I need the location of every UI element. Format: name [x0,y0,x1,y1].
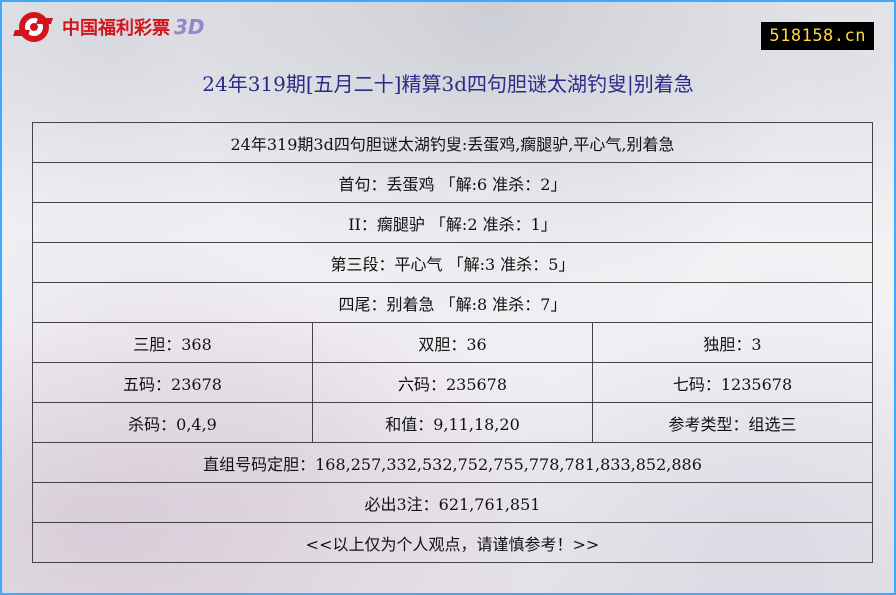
site-badge[interactable]: 518158.cn [761,22,874,50]
table-row: 24年319期3d四句胆谜太湖钓叟:丢蛋鸡,瘸腿驴,平心气,别着急 [32,122,873,163]
brand-game: 3D [174,15,205,39]
three-dan-cell: 三胆：368 [32,322,313,363]
kill-code-cell: 杀码：0,4,9 [32,402,313,443]
table-row: 首句：丢蛋鸡 「解:6 准杀：2」 [32,162,873,203]
one-dan-cell: 独胆：3 [592,322,873,363]
line4-cell: 四尾：别着急 「解:8 准杀：7」 [32,282,873,323]
table-row: <<以上仅为个人观点，请谨慎参考！>> [32,522,873,563]
page-frame: 中国福利彩票 3D 518158.cn 24年319期[五月二十]精算3d四句胆… [0,0,896,595]
direct-group-cell: 直组号码定胆：168,257,332,532,752,755,778,781,8… [32,442,873,483]
disclaimer-cell: <<以上仅为个人观点，请谨慎参考！>> [32,522,873,563]
table-row: 五码：23678 六码：235678 七码：1235678 [32,362,873,403]
five-code-cell: 五码：23678 [32,362,313,403]
table-row: 三胆：368 双胆：36 独胆：3 [32,322,873,363]
ref-type-cell: 参考类型：组选三 [592,402,873,443]
brand-name: 中国福利彩票 [62,18,170,39]
line1-cell: 首句：丢蛋鸡 「解:6 准杀：2」 [32,162,873,203]
table-row: 必出3注：621,761,851 [32,482,873,523]
table-row: 杀码：0,4,9 和值：9,11,18,20 参考类型：组选三 [32,402,873,443]
line3-cell: 第三段：平心气 「解:3 准杀：5」 [32,242,873,283]
sum-value-cell: 和值：9,11,18,20 [312,402,593,443]
prediction-table: 24年319期3d四句胆谜太湖钓叟:丢蛋鸡,瘸腿驴,平心气,别着急 首句：丢蛋鸡… [32,122,873,563]
seven-code-cell: 七码：1235678 [592,362,873,403]
page-title: 24年319期[五月二十]精算3d四句胆谜太湖钓叟|别着急 [202,72,694,96]
lottery-logo-icon [13,12,53,42]
six-code-cell: 六码：235678 [312,362,593,403]
lottery-logo: 中国福利彩票 3D [12,10,205,44]
table-row: II：瘸腿驴 「解:2 准杀：1」 [32,202,873,243]
table-row: 四尾：别着急 「解:8 准杀：7」 [32,282,873,323]
two-dan-cell: 双胆：36 [312,322,593,363]
riddle-cell: 24年319期3d四句胆谜太湖钓叟:丢蛋鸡,瘸腿驴,平心气,别着急 [32,122,873,163]
table-row: 直组号码定胆：168,257,332,532,752,755,778,781,8… [32,442,873,483]
line2-cell: II：瘸腿驴 「解:2 准杀：1」 [32,202,873,243]
must-bets-cell: 必出3注：621,761,851 [32,482,873,523]
table-row: 第三段：平心气 「解:3 准杀：5」 [32,242,873,283]
